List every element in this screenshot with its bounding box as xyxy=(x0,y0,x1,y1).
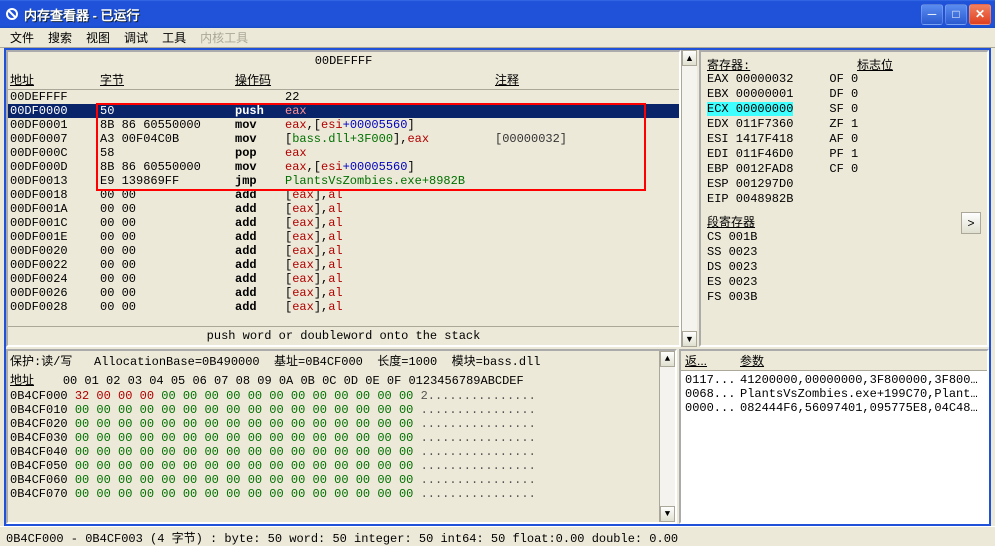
disasm-row[interactable]: 00DF000D8B 86 60550000moveax,[esi+000055… xyxy=(8,160,679,174)
segment-row[interactable]: FS 003B xyxy=(707,290,981,305)
stack-col-return[interactable]: 返... xyxy=(685,352,740,369)
scroll-track[interactable] xyxy=(660,367,675,506)
hex-row[interactable]: 0B4CF050 00 00 00 00 00 00 00 00 00 00 0… xyxy=(8,459,659,473)
hex-row[interactable]: 0B4CF020 00 00 00 00 00 00 00 00 00 00 0… xyxy=(8,417,659,431)
registers-pane[interactable]: 寄存器: 标志位 EAX 00000032 OF 0EBX 00000001 D… xyxy=(699,50,989,347)
menu-search[interactable]: 搜索 xyxy=(42,27,78,48)
flags-header: 标志位 xyxy=(857,56,893,73)
disasm-rows[interactable]: 00DEFFFF2200DF000050pusheax00DF00018B 86… xyxy=(8,90,679,326)
segment-row[interactable]: DS 0023 xyxy=(707,260,981,275)
hex-row[interactable]: 0B4CF070 00 00 00 00 00 00 00 00 00 00 0… xyxy=(8,487,659,501)
disasm-row[interactable]: 00DF001E00 00add[eax],al xyxy=(8,230,679,244)
register-row[interactable]: ESI 1417F418 AF 0 xyxy=(707,132,981,147)
disasm-row[interactable]: 00DF002600 00add[eax],al xyxy=(8,286,679,300)
hex-col-header: 00 01 02 03 04 05 06 07 08 09 0A 0B 0C 0… xyxy=(34,374,524,388)
scroll-down-icon[interactable]: ▼ xyxy=(660,506,675,522)
register-row[interactable]: EBP 0012FAD8 CF 0 xyxy=(707,162,981,177)
register-row[interactable]: EAX 00000032 OF 0 xyxy=(707,72,981,87)
disasm-row[interactable]: 00DF001C00 00add[eax],al xyxy=(8,216,679,230)
register-row[interactable]: ESP 001297D0 xyxy=(707,177,981,192)
register-row[interactable]: EBX 00000001 DF 0 xyxy=(707,87,981,102)
status-bar: 0B4CF000 - 0B4CF003 (4 字节) : byte: 50 wo… xyxy=(0,526,995,546)
scroll-down-icon[interactable]: ▼ xyxy=(682,331,697,347)
stack-row[interactable]: 0117...41200000,00000000,3F800000,3F8000… xyxy=(685,373,983,387)
disasm-row[interactable]: 00DF002000 00add[eax],al xyxy=(8,244,679,258)
col-header-opcode[interactable]: 操作码 xyxy=(235,71,495,88)
scroll-track[interactable] xyxy=(682,66,697,331)
app-icon xyxy=(4,6,20,22)
menu-view[interactable]: 视图 xyxy=(80,27,116,48)
registers-header: 寄存器: xyxy=(707,56,750,73)
segment-row[interactable]: ES 0023 xyxy=(707,275,981,290)
disasm-row[interactable]: 00DF0007A3 00F04C0Bmov[bass.dll+3F000],e… xyxy=(8,132,679,146)
col-header-bytes[interactable]: 字节 xyxy=(100,71,235,88)
stack-pane[interactable]: 返... 参数 0117...41200000,00000000,3F80000… xyxy=(679,349,989,524)
disasm-row[interactable]: 00DEFFFF22 xyxy=(8,90,679,104)
instruction-info: push word or doubleword onto the stack xyxy=(8,326,679,345)
hex-row[interactable]: 0B4CF010 00 00 00 00 00 00 00 00 00 00 0… xyxy=(8,403,659,417)
col-header-comment[interactable]: 注释 xyxy=(495,71,677,88)
disasm-row[interactable]: 00DF002200 00add[eax],al xyxy=(8,258,679,272)
stack-col-params[interactable]: 参数 xyxy=(740,352,764,369)
scroll-up-icon[interactable]: ▲ xyxy=(660,351,675,367)
stack-row[interactable]: 0000...082444F6,56097401,095775E8,04C483… xyxy=(685,401,983,415)
col-header-address[interactable]: 地址 xyxy=(10,71,100,88)
hex-row[interactable]: 0B4CF060 00 00 00 00 00 00 00 00 00 00 0… xyxy=(8,473,659,487)
title-bar[interactable]: 内存查看器 - 已运行 ─ □ ✕ xyxy=(0,0,995,28)
register-row[interactable]: ECX 00000000 SF 0 xyxy=(707,102,981,117)
disasm-row[interactable]: 00DF000C58popeax xyxy=(8,146,679,160)
hex-addr-header[interactable]: 地址 xyxy=(10,374,34,388)
client-area: 00DEFFFF 地址 字节 操作码 注释 00DEFFFF2200DF0000… xyxy=(4,48,991,526)
branch-address: 00DEFFFF xyxy=(8,52,679,70)
minimize-button[interactable]: ─ xyxy=(921,4,943,25)
disasm-scrollbar[interactable]: ▲ ▼ xyxy=(681,50,697,347)
hex-scrollbar[interactable]: ▲ ▼ xyxy=(659,351,675,522)
maximize-button[interactable]: □ xyxy=(945,4,967,25)
menu-bar: 文件 搜索 视图 调试 工具 内核工具 xyxy=(0,28,995,48)
segment-row[interactable]: CS 001B xyxy=(707,230,981,245)
register-row[interactable]: EDI 011F46D0 PF 1 xyxy=(707,147,981,162)
disasm-row[interactable]: 00DF002800 00add[eax],al xyxy=(8,300,679,314)
scroll-up-icon[interactable]: ▲ xyxy=(682,50,697,66)
disasm-row[interactable]: 00DF002400 00add[eax],al xyxy=(8,272,679,286)
disasm-row[interactable]: 00DF00018B 86 60550000moveax,[esi+000055… xyxy=(8,118,679,132)
disassembly-pane[interactable]: 00DEFFFF 地址 字节 操作码 注释 00DEFFFF2200DF0000… xyxy=(6,50,681,347)
hex-row[interactable]: 0B4CF030 00 00 00 00 00 00 00 00 00 00 0… xyxy=(8,431,659,445)
menu-kernel[interactable]: 内核工具 xyxy=(194,27,254,48)
register-row[interactable]: EIP 0048982B xyxy=(707,192,981,207)
hex-row[interactable]: 0B4CF040 00 00 00 00 00 00 00 00 00 00 0… xyxy=(8,445,659,459)
stack-headers: 返... 参数 xyxy=(681,351,987,371)
menu-debug[interactable]: 调试 xyxy=(118,27,154,48)
expand-registers-button[interactable]: > xyxy=(961,212,981,234)
disasm-row[interactable]: 00DF0013E9 139869FFjmpPlantsVsZombies.ex… xyxy=(8,174,679,188)
stack-row[interactable]: 0068...PlantsVsZombies.exe+199C70,Plants… xyxy=(685,387,983,401)
menu-file[interactable]: 文件 xyxy=(4,27,40,48)
hex-info-line: 保护:读/写 AllocationBase=0B490000 基址=0B4CF0… xyxy=(8,351,659,370)
segment-row[interactable]: SS 0023 xyxy=(707,245,981,260)
menu-tools[interactable]: 工具 xyxy=(156,27,192,48)
window-title: 内存查看器 - 已运行 xyxy=(24,5,921,24)
register-row[interactable]: EDX 011F7360 ZF 1 xyxy=(707,117,981,132)
disasm-row[interactable]: 00DF001A00 00add[eax],al xyxy=(8,202,679,216)
disasm-column-headers: 地址 字节 操作码 注释 xyxy=(8,70,679,90)
close-button[interactable]: ✕ xyxy=(969,4,991,25)
hex-row[interactable]: 0B4CF000 32 00 00 00 00 00 00 00 00 00 0… xyxy=(8,389,659,403)
hexdump-pane[interactable]: 保护:读/写 AllocationBase=0B490000 基址=0B4CF0… xyxy=(6,349,677,524)
disasm-row[interactable]: 00DF001800 00add[eax],al xyxy=(8,188,679,202)
disasm-row[interactable]: 00DF000050pusheax xyxy=(8,104,679,118)
segments-header: 段寄存器 xyxy=(707,213,755,230)
